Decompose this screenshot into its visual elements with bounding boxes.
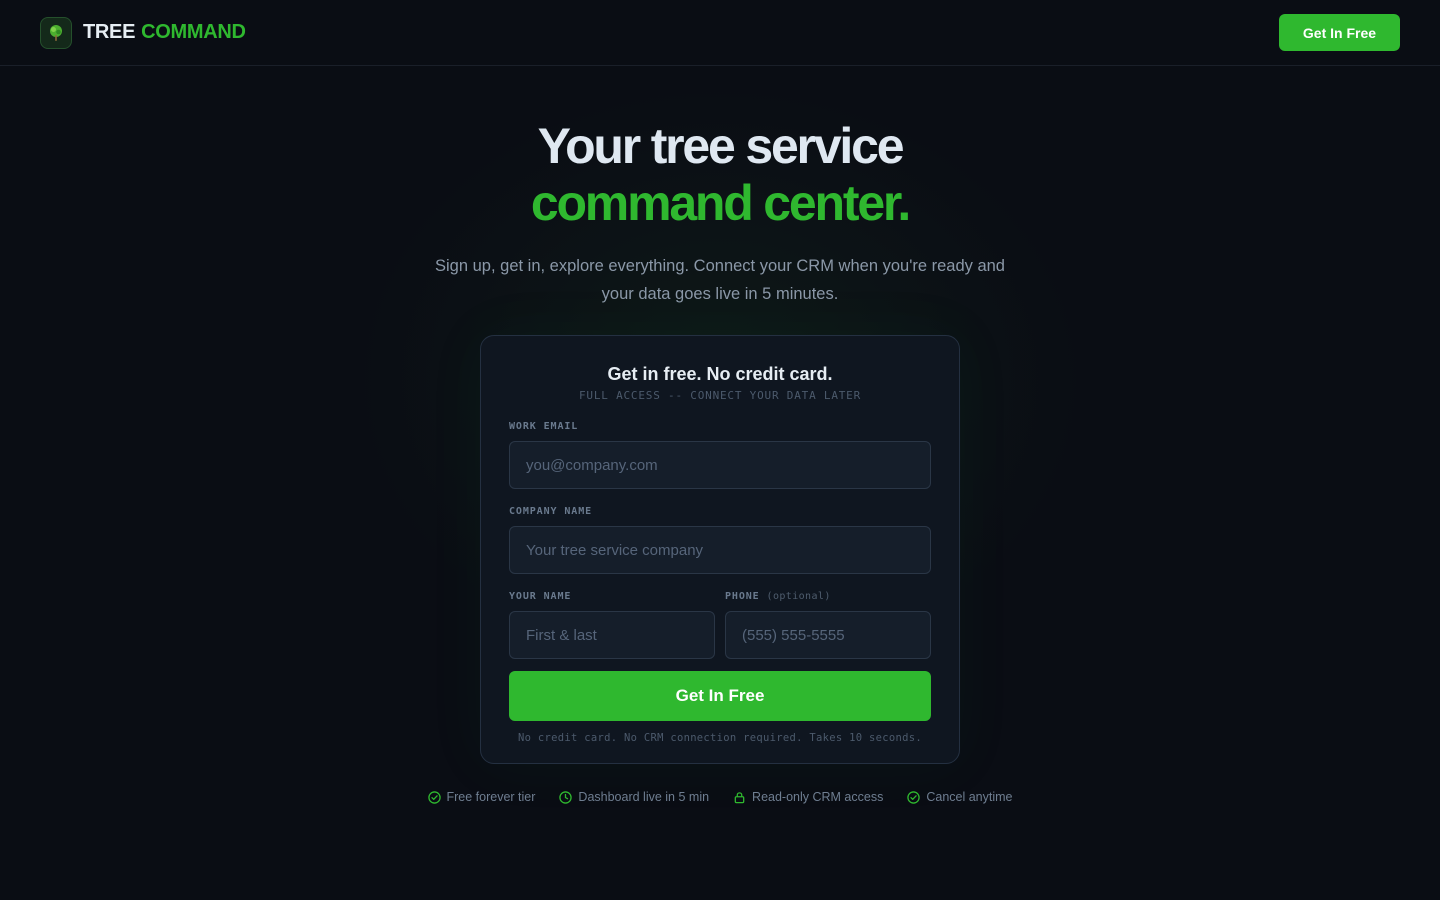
perk-free-forever: Free forever tier [427,790,536,804]
phone-group: PHONE (optional) [725,591,931,659]
clock-icon [559,790,573,804]
perk-cancel-anytime: Cancel anytime [907,790,1013,804]
perk-dashboard-live: Dashboard live in 5 min [559,790,709,804]
company-label: COMPANY NAME [509,506,593,517]
form-note: No credit card. No CRM connection requir… [518,732,922,744]
perk-label: Free forever tier [446,790,536,804]
nav-get-in-free-button[interactable]: Get In Free [1279,14,1400,51]
perk-label: Read-only CRM access [752,790,884,804]
brand-name: TREE COMMAND [83,21,246,44]
perks-list: Free forever tier Dashboard live in 5 mi… [0,790,1440,804]
email-field[interactable] [509,441,931,489]
perk-label: Cancel anytime [926,790,1013,804]
email-label: WORK EMAIL [509,421,579,432]
hero: Your tree service command center. Sign u… [0,118,1440,308]
perk-read-only: Read-only CRM access [733,790,883,804]
phone-field[interactable] [725,611,931,659]
tree-icon [40,16,72,49]
company-field[interactable] [509,526,931,574]
phone-label-wrap: PHONE (optional) [725,591,931,604]
check-circle-icon [907,790,921,804]
hero-subtext: Sign up, get in, explore everything. Con… [435,257,1005,303]
name-field[interactable] [509,611,715,659]
brand-word-tree: TREE [83,21,136,43]
email-group: WORK EMAIL [509,421,931,489]
phone-optional-label: (optional) [766,591,831,602]
top-nav: TREE COMMAND Get In Free [0,0,1440,66]
form-title: Get in free. No credit card. [607,364,833,384]
name-group: YOUR NAME [509,591,715,659]
brand-word-command: COMMAND [141,21,246,43]
perk-label: Dashboard live in 5 min [578,790,710,804]
phone-label: PHONE [725,591,760,602]
headline-line-2: command center. [530,175,911,231]
submit-button[interactable]: Get In Free [509,671,931,721]
lock-icon [734,791,745,803]
company-group: COMPANY NAME [509,506,931,574]
form-subtitle: FULL ACCESS -- CONNECT YOUR DATA LATER [578,389,862,402]
name-label: YOUR NAME [509,591,572,602]
signup-form: Get in free. No credit card. FULL ACCESS… [480,335,960,764]
name-phone-row: YOUR NAME PHONE (optional) [509,591,931,659]
headline-line-1: Your tree service [537,118,905,174]
brand[interactable]: TREE COMMAND [40,16,246,49]
check-circle-icon [427,790,441,804]
